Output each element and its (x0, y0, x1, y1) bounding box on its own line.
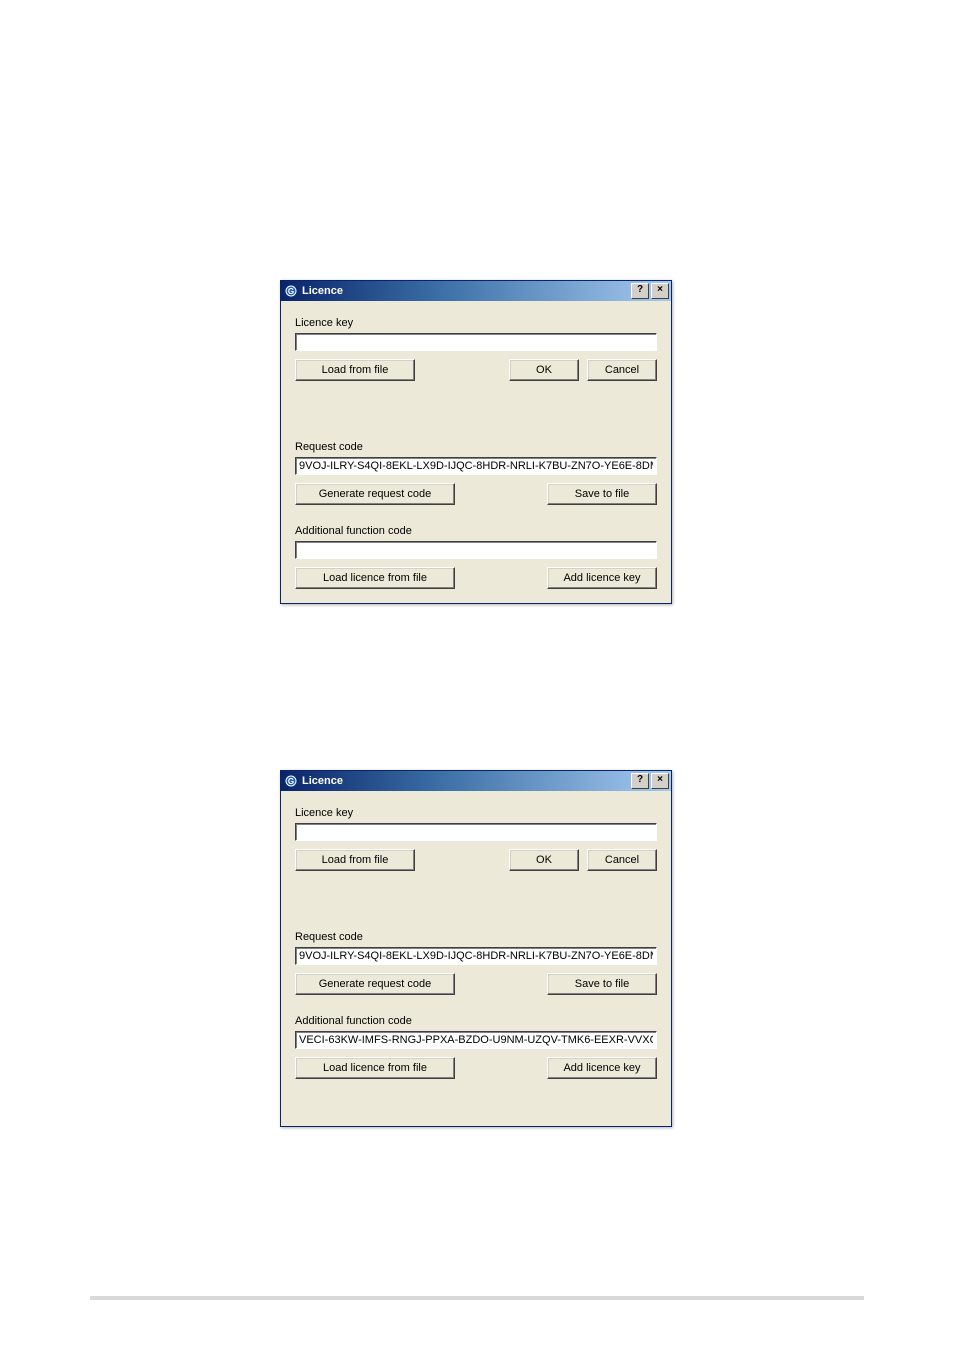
additional-function-code-label: Additional function code (295, 1015, 657, 1027)
titlebar[interactable]: G Licence ? × (281, 281, 671, 301)
request-code-input[interactable] (295, 457, 657, 475)
app-icon: G (284, 284, 298, 298)
svg-text:G: G (288, 287, 294, 296)
cancel-button[interactable]: Cancel (587, 359, 657, 381)
footer-divider (90, 1296, 864, 1300)
request-code-input[interactable] (295, 947, 657, 965)
licence-key-input[interactable] (295, 333, 657, 351)
titlebar[interactable]: G Licence ? × (281, 771, 671, 791)
load-licence-from-file-button[interactable]: Load licence from file (295, 567, 455, 589)
dialog-title: Licence (302, 775, 630, 787)
additional-function-code-input[interactable] (295, 541, 657, 559)
add-licence-key-button[interactable]: Add licence key (547, 567, 657, 589)
svg-text:G: G (288, 777, 294, 786)
request-code-label: Request code (295, 931, 657, 943)
save-to-file-button[interactable]: Save to file (547, 483, 657, 505)
load-from-file-button[interactable]: Load from file (295, 359, 415, 381)
help-button[interactable]: ? (631, 283, 649, 299)
save-to-file-button[interactable]: Save to file (547, 973, 657, 995)
close-button[interactable]: × (651, 283, 669, 299)
additional-function-code-label: Additional function code (295, 525, 657, 537)
close-button[interactable]: × (651, 773, 669, 789)
ok-button[interactable]: OK (509, 359, 579, 381)
ok-button[interactable]: OK (509, 849, 579, 871)
licence-dialog-1: G Licence ? × Licence key Load from file… (280, 280, 672, 604)
dialog-body: Licence key Load from file OK Cancel Req… (281, 791, 671, 1093)
request-code-label: Request code (295, 441, 657, 453)
generate-request-code-button[interactable]: Generate request code (295, 483, 455, 505)
load-licence-from-file-button[interactable]: Load licence from file (295, 1057, 455, 1079)
licence-dialog-2: G Licence ? × Licence key Load from file… (280, 770, 672, 1127)
help-button[interactable]: ? (631, 773, 649, 789)
licence-key-input[interactable] (295, 823, 657, 841)
load-from-file-button[interactable]: Load from file (295, 849, 415, 871)
app-icon: G (284, 774, 298, 788)
dialog-title: Licence (302, 285, 630, 297)
additional-function-code-input[interactable] (295, 1031, 657, 1049)
licence-key-label: Licence key (295, 807, 657, 819)
generate-request-code-button[interactable]: Generate request code (295, 973, 455, 995)
licence-key-label: Licence key (295, 317, 657, 329)
add-licence-key-button[interactable]: Add licence key (547, 1057, 657, 1079)
dialog-body: Licence key Load from file OK Cancel Req… (281, 301, 671, 603)
cancel-button[interactable]: Cancel (587, 849, 657, 871)
